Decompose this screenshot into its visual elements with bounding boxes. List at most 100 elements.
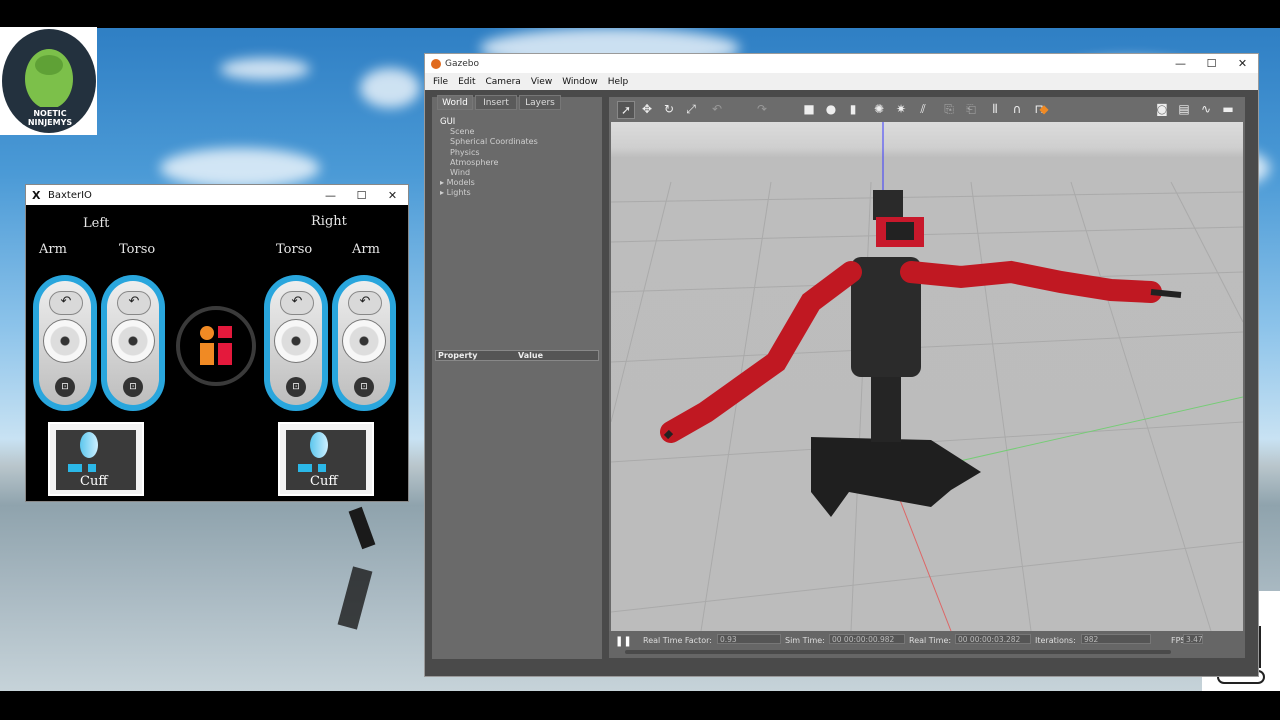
scale-icon[interactable]: ⤢ <box>683 101 699 117</box>
snap-icon[interactable]: ∩ <box>1009 101 1025 117</box>
tree-item-atmosphere[interactable]: Atmosphere <box>450 158 538 168</box>
toolbar: ➚ ✥ ↻ ⤢ ↶ ↷ ■ ● ▮ ✺ ✷ ⫽ ⎘ ⎗ ⫴ ∩ ⊓ ◆ ◙ ▤ … <box>609 97 1245 122</box>
tree-item-physics[interactable]: Physics <box>450 148 538 158</box>
tree-item-gui[interactable]: GUI <box>440 117 538 127</box>
gazebo-app-icon <box>431 58 441 69</box>
cuff-rect-button[interactable] <box>68 464 82 472</box>
iterations-value: 982 <box>1081 634 1151 644</box>
cloud <box>160 148 320 188</box>
navigator-body: ↶ ⊡ <box>107 281 159 405</box>
scroll-wheel[interactable] <box>111 319 155 363</box>
back-button[interactable]: ↶ <box>49 291 83 315</box>
left-torso-label: Torso <box>119 242 156 257</box>
runner-silhouette <box>348 506 376 550</box>
tree-item-lights[interactable]: ▸ Lights <box>440 188 538 198</box>
right-cuff-panel[interactable]: Cuff <box>278 422 374 496</box>
select-arrow-icon[interactable]: ➚ <box>617 101 635 119</box>
real-time-factor-value: 0.93 <box>717 634 781 644</box>
tree-item-scene[interactable]: Scene <box>450 127 538 137</box>
tab-insert[interactable]: Insert <box>475 95 517 110</box>
maximize-button[interactable]: ☐ <box>346 189 377 202</box>
show-button[interactable]: ⊡ <box>55 377 75 397</box>
cloud <box>360 68 420 108</box>
close-button[interactable]: ✕ <box>1227 57 1258 70</box>
pause-icon[interactable]: ❚❚ <box>615 636 632 647</box>
navigator-body: ↶ ⊡ <box>338 281 390 405</box>
undo-icon[interactable]: ↶ <box>709 101 725 117</box>
back-button[interactable]: ↶ <box>280 291 314 315</box>
cuff-oval-button[interactable] <box>80 432 98 458</box>
back-button[interactable]: ↶ <box>348 291 382 315</box>
scroll-wheel[interactable] <box>274 319 318 363</box>
show-button[interactable]: ⊡ <box>286 377 306 397</box>
scroll-wheel[interactable] <box>342 319 386 363</box>
model-color-icon[interactable]: ◆ <box>1037 101 1051 117</box>
tree-item-spherical-coordinates[interactable]: Spherical Coordinates <box>450 137 538 147</box>
cuff-label: Cuff <box>310 474 338 489</box>
sphere-icon[interactable]: ● <box>823 101 839 117</box>
tree-item-wind[interactable]: Wind <box>450 168 538 178</box>
cuff-square-button[interactable] <box>88 464 96 472</box>
rotate-icon[interactable]: ↻ <box>661 101 677 117</box>
close-button[interactable]: ✕ <box>377 189 408 202</box>
menu-file[interactable]: File <box>433 77 448 87</box>
gazebo-window: Gazebo — ☐ ✕ File Edit Camera View Windo… <box>424 53 1259 677</box>
right-arm-label: Arm <box>352 242 380 257</box>
property-column: Property <box>438 351 478 360</box>
right-side-label: Right <box>311 214 347 229</box>
left-side-label: Left <box>83 216 110 231</box>
log-icon[interactable]: ▤ <box>1176 101 1192 117</box>
left-arm-label: Arm <box>39 242 67 257</box>
menu-view[interactable]: View <box>531 77 552 87</box>
right-arm-navigator: ↶ ⊡ <box>332 275 396 411</box>
menu-window[interactable]: Window <box>562 77 598 87</box>
box-icon[interactable]: ■ <box>801 101 817 117</box>
right-torso-label: Torso <box>276 242 313 257</box>
sim-time-label: Sim Time: <box>785 636 825 645</box>
horizontal-scrollbar[interactable] <box>625 650 1171 654</box>
translate-icon[interactable]: ✥ <box>639 101 655 117</box>
menu-camera[interactable]: Camera <box>486 77 521 87</box>
left-cuff-panel[interactable]: Cuff <box>48 422 144 496</box>
baxterio-titlebar[interactable]: X BaxterIO — ☐ ✕ <box>26 185 408 205</box>
value-column: Value <box>518 351 544 360</box>
menu-help[interactable]: Help <box>608 77 629 87</box>
cuff-label: Cuff <box>80 474 108 489</box>
minimize-button[interactable]: — <box>1165 57 1196 70</box>
navigator-body: ↶ ⊡ <box>270 281 322 405</box>
minimize-button[interactable]: — <box>315 189 346 202</box>
plot-icon[interactable]: ∿ <box>1198 101 1214 117</box>
navigator-body: ↶ ⊡ <box>39 281 91 405</box>
show-button[interactable]: ⊡ <box>354 377 374 397</box>
menubar: File Edit Camera View Window Help <box>425 73 1258 90</box>
menu-edit[interactable]: Edit <box>458 77 475 87</box>
paste-icon[interactable]: ⎗ <box>963 101 979 117</box>
real-time-factor-label: Real Time Factor: <box>643 636 712 645</box>
align-icon[interactable]: ⫴ <box>987 101 1003 117</box>
right-torso-navigator: ↶ ⊡ <box>264 275 328 411</box>
gazebo-titlebar[interactable]: Gazebo — ☐ ✕ <box>425 54 1258 73</box>
cylinder-icon[interactable]: ▮ <box>845 101 861 117</box>
copy-icon[interactable]: ⎘ <box>941 101 957 117</box>
screenshot-icon[interactable]: ◙ <box>1154 101 1170 117</box>
back-button[interactable]: ↶ <box>117 291 151 315</box>
tree-item-models[interactable]: ▸ Models <box>440 178 538 188</box>
tab-layers[interactable]: Layers <box>519 95 561 110</box>
cloud <box>220 58 310 80</box>
cuff-square-button[interactable] <box>318 464 326 472</box>
rethink-robotics-logo <box>176 306 256 386</box>
maximize-button[interactable]: ☐ <box>1196 57 1227 70</box>
show-button[interactable]: ⊡ <box>123 377 143 397</box>
spot-light-icon[interactable]: ✷ <box>893 101 909 117</box>
3d-scene[interactable] <box>611 122 1243 631</box>
point-light-icon[interactable]: ✺ <box>871 101 887 117</box>
tab-world[interactable]: World <box>437 95 473 110</box>
video-icon[interactable]: ▬ <box>1220 101 1236 117</box>
scroll-wheel[interactable] <box>43 319 87 363</box>
cuff-oval-button[interactable] <box>310 432 328 458</box>
rethink-logo-icon <box>200 326 232 365</box>
world-tree: GUI Scene Spherical Coordinates Physics … <box>440 117 538 199</box>
cuff-rect-button[interactable] <box>298 464 312 472</box>
directional-light-icon[interactable]: ⫽ <box>915 101 931 117</box>
redo-icon[interactable]: ↷ <box>754 101 770 117</box>
